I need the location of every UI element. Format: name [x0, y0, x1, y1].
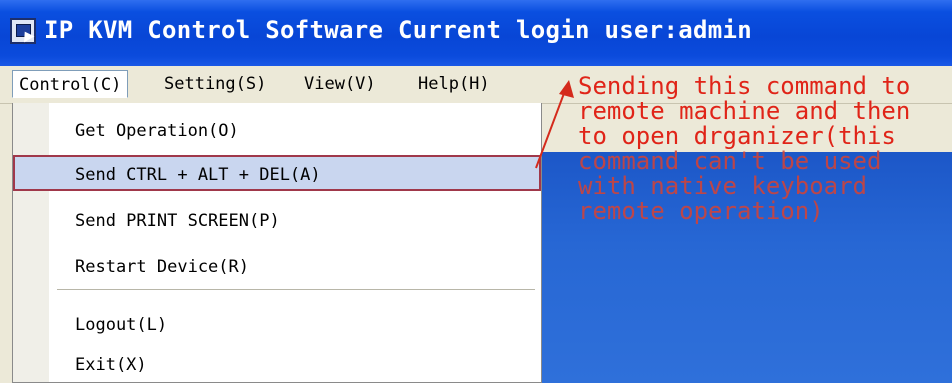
annotation-line: with native keyboard [578, 172, 867, 200]
annotation-line: remote machine and then [578, 97, 911, 125]
menu-setting[interactable]: Setting(S) [158, 70, 272, 98]
menu-item-send-print-screen[interactable]: Send PRINT SCREEN(P) [13, 203, 541, 239]
title-bar: IP KVM Control Software Current login us… [0, 0, 952, 66]
app-icon [10, 18, 36, 44]
menu-item-restart-device[interactable]: Restart Device(R) [13, 249, 541, 285]
annotation-line: command can't be used [578, 147, 882, 175]
menu-control[interactable]: Control(C) [12, 70, 129, 98]
control-dropdown-menu: Get Operation(O) Send CTRL + ALT + DEL(A… [12, 103, 542, 383]
annotation-line: Sending this command to [578, 72, 911, 100]
window-title: IP KVM Control Software Current login us… [44, 16, 752, 44]
menu-view[interactable]: View(V) [298, 70, 382, 98]
menu-help[interactable]: Help(H) [412, 70, 496, 98]
annotation-line: to open drganizer(this [578, 122, 896, 150]
menu-separator [57, 289, 535, 290]
menu-item-get-operation[interactable]: Get Operation(O) [13, 113, 541, 149]
menu-item-send-ctrl-alt-del[interactable]: Send CTRL + ALT + DEL(A) [13, 155, 541, 191]
annotation-callout: Sending this command to remote machine a… [578, 74, 952, 224]
menu-item-exit[interactable]: Exit(X) [13, 347, 541, 383]
menu-item-logout[interactable]: Logout(L) [13, 307, 541, 343]
annotation-line: remote operation) [578, 197, 824, 225]
